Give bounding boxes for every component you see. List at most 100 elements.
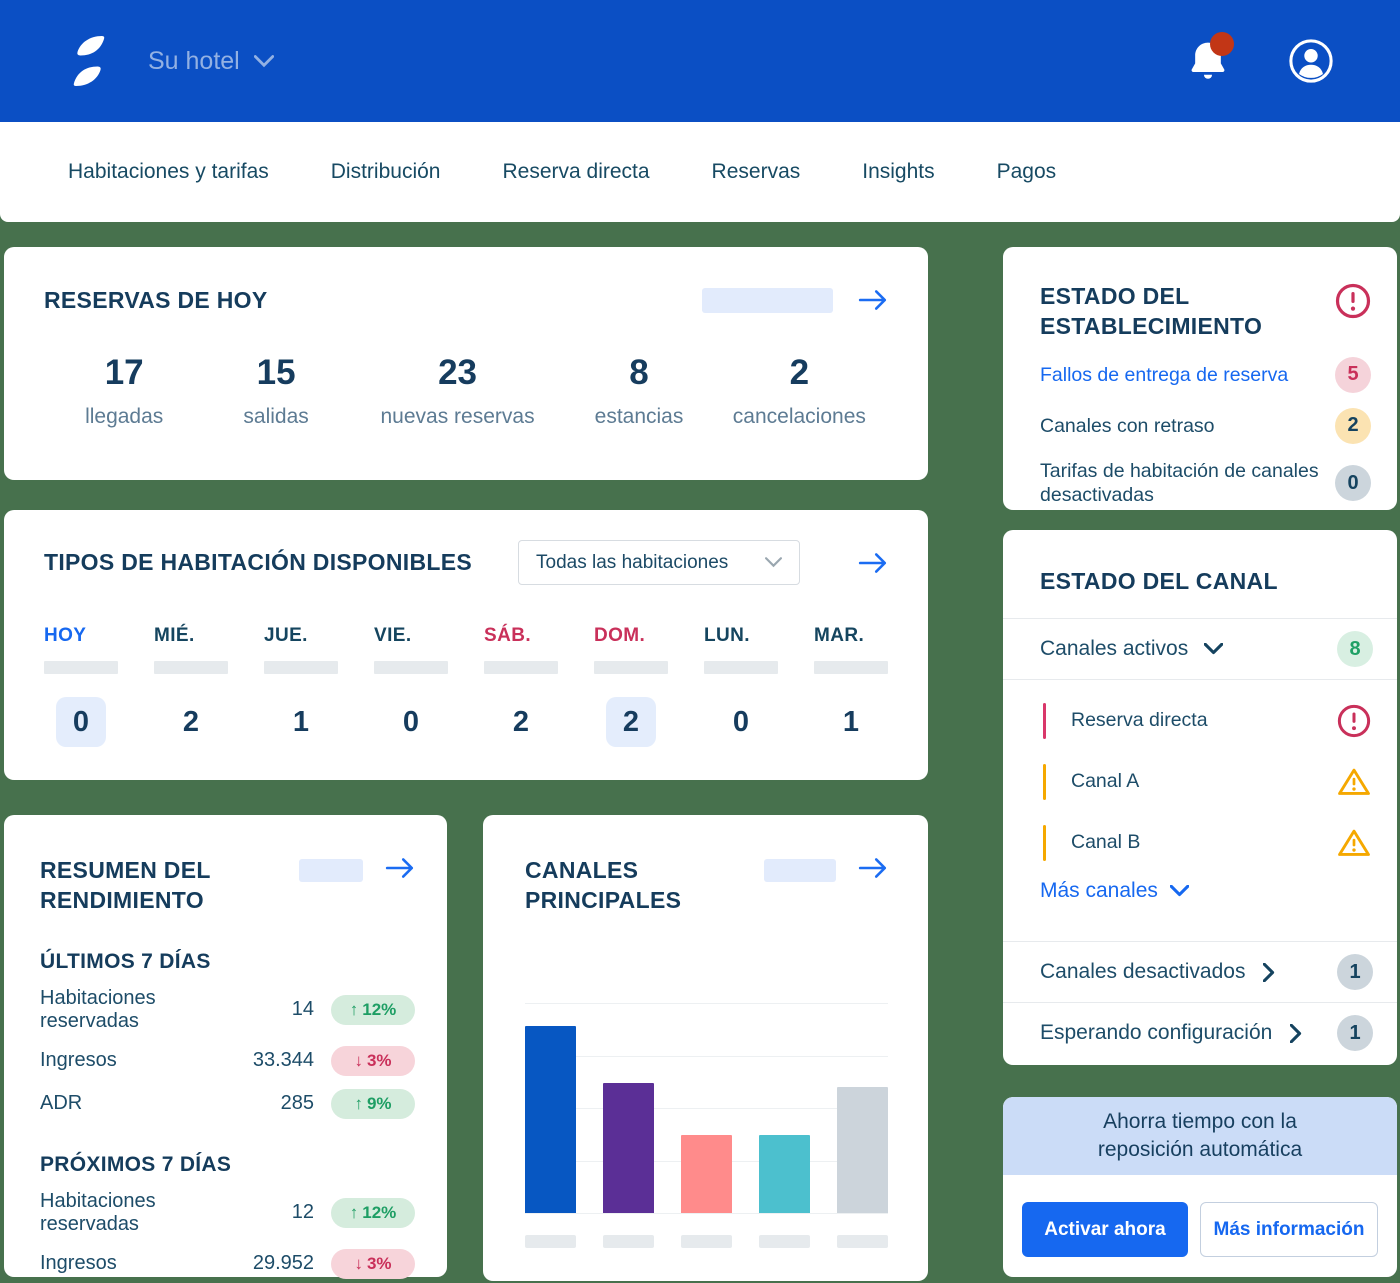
status-mark bbox=[1043, 764, 1046, 800]
card-title: RESERVAS DE HOY bbox=[44, 285, 267, 315]
delivery-failures-link[interactable]: Fallos de entrega de reserva bbox=[1040, 363, 1335, 387]
day-column: SÁB. 2 bbox=[484, 625, 558, 747]
status-mark bbox=[1043, 703, 1046, 739]
card-title: ESTADO DEL CANAL bbox=[1003, 530, 1397, 618]
trend-arrow-icon: ↓ bbox=[354, 1254, 363, 1274]
stat-estancias: 8 estancias bbox=[567, 353, 710, 429]
notifications-button[interactable] bbox=[1186, 38, 1230, 84]
label-placeholder bbox=[525, 1235, 576, 1248]
nav-distribucion[interactable]: Distribución bbox=[331, 160, 441, 184]
channel-row-canal-b[interactable]: Canal B bbox=[1003, 812, 1397, 873]
chevron-right-icon bbox=[1290, 1024, 1302, 1043]
count-badge: 1 bbox=[1337, 1015, 1373, 1051]
hotel-selector[interactable]: Su hotel bbox=[148, 47, 274, 76]
perf-row: Habitaciones reservadas 12 ↑12% bbox=[40, 1190, 415, 1236]
chart-bar bbox=[525, 1026, 576, 1213]
arrow-right-icon[interactable] bbox=[385, 855, 415, 881]
bar-placeholder bbox=[594, 661, 668, 674]
link-text-placeholder bbox=[299, 859, 363, 882]
alert-circle-icon bbox=[1337, 704, 1371, 738]
status-item: Fallos de entrega de reserva 5 bbox=[1040, 357, 1371, 393]
today-stats: 17 llegadas 15 salidas 23 nuevas reserva… bbox=[44, 353, 888, 429]
status-item: Tarifas de habitación de canales desacti… bbox=[1040, 459, 1371, 508]
nav-habitaciones-y-tarifas[interactable]: Habitaciones y tarifas bbox=[68, 160, 269, 184]
channel-status-card: ESTADO DEL CANAL Canales activos 8 Reser… bbox=[1003, 530, 1397, 1065]
bar-placeholder bbox=[484, 661, 558, 674]
alert-circle-icon bbox=[1335, 283, 1371, 319]
label-placeholder bbox=[837, 1235, 888, 1248]
gridline bbox=[525, 1213, 888, 1214]
count-badge: 5 bbox=[1335, 357, 1371, 393]
more-channels-link[interactable]: Más canales bbox=[1003, 873, 1397, 927]
awaiting-setup-row[interactable]: Esperando configuración 1 bbox=[1003, 1003, 1397, 1063]
chevron-down-icon bbox=[765, 557, 782, 568]
active-channels-toggle[interactable]: Canales activos 8 bbox=[1003, 619, 1397, 679]
trend-arrow-icon: ↑ bbox=[350, 1000, 359, 1020]
link-text-placeholder bbox=[702, 288, 833, 313]
trend-arrow-icon: ↑ bbox=[350, 1203, 359, 1223]
header-actions bbox=[1186, 38, 1334, 84]
performance-summary-card: RESUMEN DEL RENDIMIENTO ÚLTIMOS 7 DÍAS H… bbox=[4, 815, 447, 1277]
card-title: RESUMEN DEL RENDIMIENTO bbox=[40, 855, 255, 916]
day-column: MAR. 1 bbox=[814, 625, 888, 747]
activate-now-button[interactable]: Activar ahora bbox=[1022, 1202, 1188, 1257]
more-info-button[interactable]: Más información bbox=[1200, 1202, 1378, 1257]
day-column: JUE. 1 bbox=[264, 625, 338, 747]
bar-placeholder bbox=[814, 661, 888, 674]
perf-row: Habitaciones reservadas 14 ↑12% bbox=[40, 987, 415, 1033]
perf-row: ADR 285 ↑9% bbox=[40, 1089, 415, 1119]
perf-row: Ingresos 33.344 ↓3% bbox=[40, 1046, 415, 1076]
room-filter-select[interactable]: Todas las habitaciones bbox=[518, 540, 800, 585]
arrow-right-icon[interactable] bbox=[858, 855, 888, 881]
trend-badge: ↑9% bbox=[331, 1089, 415, 1119]
trend-arrow-icon: ↓ bbox=[354, 1051, 363, 1071]
day-column: LUN. 0 bbox=[704, 625, 778, 747]
card-title: ESTADO DEL ESTABLECIMIENTO bbox=[1040, 281, 1290, 342]
chart-bar bbox=[837, 1087, 888, 1213]
warning-triangle-icon bbox=[1337, 826, 1371, 860]
stat-llegadas: 17 llegadas bbox=[44, 353, 204, 429]
chart-x-labels bbox=[525, 1235, 888, 1248]
arrow-right-icon[interactable] bbox=[858, 550, 888, 576]
promo-title: Ahorra tiempo con la reposición automáti… bbox=[1098, 1108, 1302, 1165]
dashboard-page: Su hotel Habitaciones y tarifas Distribu… bbox=[0, 0, 1400, 1283]
disabled-channels-row[interactable]: Canales desactivados 1 bbox=[1003, 942, 1397, 1002]
channel-list: Reserva directa Canal A Canal B bbox=[1003, 680, 1397, 941]
profile-avatar[interactable] bbox=[1288, 38, 1334, 84]
bar-placeholder bbox=[374, 661, 448, 674]
day-column: DOM. 2 bbox=[594, 625, 668, 747]
nav-insights[interactable]: Insights bbox=[862, 160, 934, 184]
chart-bar bbox=[759, 1135, 810, 1213]
label-placeholder bbox=[603, 1235, 654, 1248]
property-status-card: ESTADO DEL ESTABLECIMIENTO Fallos de ent… bbox=[1003, 247, 1397, 510]
top-channels-card: CANALES PRINCIPALES bbox=[483, 815, 928, 1281]
hotel-selector-label: Su hotel bbox=[148, 47, 240, 76]
count-badge: 2 bbox=[1335, 408, 1371, 444]
arrow-right-icon[interactable] bbox=[858, 287, 888, 313]
chevron-down-icon bbox=[254, 55, 274, 68]
main-nav: Habitaciones y tarifas Distribución Rese… bbox=[0, 122, 1400, 222]
stat-salidas: 15 salidas bbox=[204, 353, 347, 429]
channel-row-reserva-directa[interactable]: Reserva directa bbox=[1003, 690, 1397, 751]
reservations-today-card: RESERVAS DE HOY 17 llegadas 15 salidas 2… bbox=[4, 247, 928, 480]
channel-row-canal-a[interactable]: Canal A bbox=[1003, 751, 1397, 812]
day-column: VIE. 0 bbox=[374, 625, 448, 747]
chart-bar bbox=[681, 1135, 732, 1213]
nav-reservas[interactable]: Reservas bbox=[712, 160, 801, 184]
promo-banner: Ahorra tiempo con la reposición automáti… bbox=[1003, 1097, 1397, 1175]
trend-badge: ↑12% bbox=[331, 995, 415, 1025]
room-types-card: TIPOS DE HABITACIÓN DISPONIBLES Todas la… bbox=[4, 510, 928, 780]
chart-bar bbox=[603, 1083, 654, 1213]
chevron-down-icon bbox=[1170, 885, 1189, 897]
count-badge: 1 bbox=[1337, 954, 1373, 990]
trend-arrow-icon: ↑ bbox=[354, 1094, 363, 1114]
channels-bar-chart bbox=[525, 1003, 888, 1213]
nav-reserva-directa[interactable]: Reserva directa bbox=[502, 160, 649, 184]
notification-dot bbox=[1210, 32, 1234, 56]
section-heading: PRÓXIMOS 7 DÍAS bbox=[40, 1153, 415, 1177]
app-logo-icon[interactable] bbox=[66, 35, 112, 87]
nav-pagos[interactable]: Pagos bbox=[997, 160, 1057, 184]
warning-triangle-icon bbox=[1337, 765, 1371, 799]
perf-row: Ingresos 29.952 ↓3% bbox=[40, 1249, 415, 1279]
auto-replenishment-promo-card: Ahorra tiempo con la reposición automáti… bbox=[1003, 1097, 1397, 1277]
